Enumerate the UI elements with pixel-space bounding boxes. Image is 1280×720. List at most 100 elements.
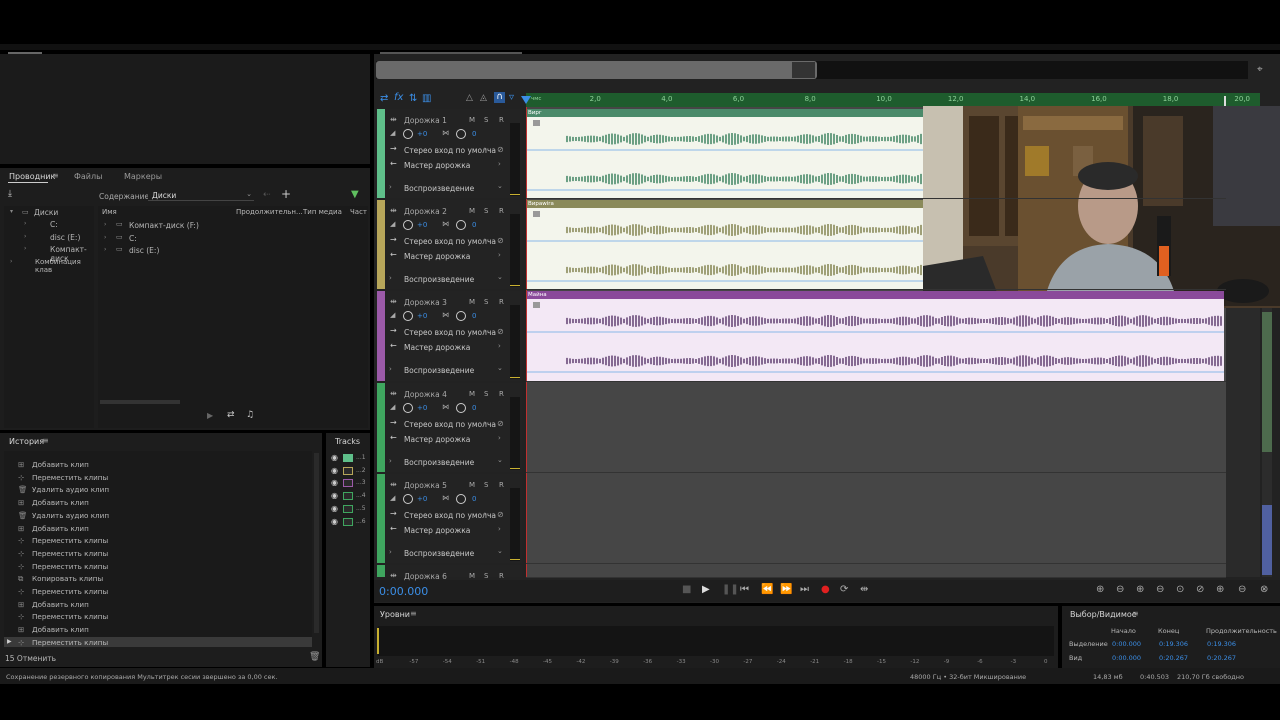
trash-icon[interactable]: 🗑: [309, 652, 320, 662]
mute-button[interactable]: M: [469, 481, 475, 489]
move-icon[interactable]: ⇹: [390, 480, 397, 489]
automation-mode-select[interactable]: Воспроизведение: [404, 366, 474, 375]
history-item[interactable]: Переместить клипы: [32, 562, 108, 571]
automation-mode-select[interactable]: Воспроизведение: [404, 184, 474, 193]
phase-icon[interactable]: ⊘: [497, 510, 504, 519]
record-arm-button[interactable]: R: [499, 116, 504, 124]
history-item[interactable]: Добавить клип: [32, 600, 89, 609]
history-item[interactable]: Переместить клипы: [32, 612, 108, 621]
eye-icon[interactable]: ◉: [331, 453, 338, 462]
loop-icon[interactable]: ⇄: [227, 410, 235, 420]
track-mini-label[interactable]: ...1: [356, 454, 366, 461]
fast-forward-icon[interactable]: ⏩: [780, 584, 792, 595]
time-display[interactable]: 0:00.000: [379, 585, 428, 598]
history-item[interactable]: Добавить клип: [32, 524, 89, 533]
overview-thumb[interactable]: [376, 61, 817, 79]
zoom-out-amplitude-icon[interactable]: ⊖: [1116, 584, 1124, 595]
overview-handle[interactable]: [792, 62, 815, 78]
mute-button[interactable]: M: [469, 298, 475, 306]
move-icon[interactable]: ⇹: [390, 206, 397, 215]
stop-icon[interactable]: ■: [682, 584, 691, 595]
history-item[interactable]: Переместить клипы: [32, 536, 108, 545]
eye-icon[interactable]: ◉: [331, 504, 338, 513]
zoom-in-time-icon[interactable]: ⊕: [1136, 584, 1144, 595]
phase-icon[interactable]: ⊘: [497, 419, 504, 428]
pan-knob[interactable]: [456, 311, 466, 322]
eye-icon[interactable]: ◉: [331, 478, 338, 487]
history-item[interactable]: Удалить аудио клип: [32, 511, 109, 520]
selection-duration[interactable]: 0:19.306: [1207, 640, 1236, 648]
speaker-icon[interactable]: ♫: [246, 410, 254, 420]
output-select[interactable]: Мастер дорожка: [404, 343, 470, 352]
menu-icon[interactable]: ≡: [410, 609, 417, 618]
view-start[interactable]: 0:00.000: [1112, 654, 1141, 662]
play-icon[interactable]: ▶: [702, 584, 710, 595]
vertical-scroll-thumb-blue[interactable]: [1262, 505, 1272, 575]
mute-button[interactable]: M: [469, 572, 475, 580]
history-item[interactable]: Добавить клип: [32, 625, 89, 634]
track-name[interactable]: Дорожка 4: [404, 390, 447, 399]
history-item[interactable]: Удалить аудио клип: [32, 485, 109, 494]
move-icon[interactable]: ⇹: [390, 389, 397, 398]
content-select[interactable]: Диски ⌄: [148, 190, 254, 201]
horizontal-scrollbar[interactable]: [100, 400, 180, 404]
pan-knob[interactable]: [456, 402, 466, 413]
track-mini-label[interactable]: ...3: [356, 479, 366, 486]
history-item[interactable]: Переместить клипы: [32, 549, 108, 558]
end-marker[interactable]: [1224, 96, 1226, 106]
import-icon[interactable]: ⤓: [8, 189, 12, 199]
automation-mode-select[interactable]: Воспроизведение: [404, 458, 474, 467]
eye-icon[interactable]: ◉: [331, 517, 338, 526]
phase-icon[interactable]: ⊘: [497, 145, 504, 154]
solo-button[interactable]: S: [484, 298, 488, 306]
history-item[interactable]: Добавить клип: [32, 498, 89, 507]
pan-value[interactable]: 0: [472, 130, 476, 138]
track-mini-label[interactable]: ...5: [356, 505, 366, 512]
solo-button[interactable]: S: [484, 207, 488, 215]
solo-button[interactable]: S: [484, 390, 488, 398]
view-end[interactable]: 0:20.267: [1159, 654, 1188, 662]
volume-knob[interactable]: [403, 493, 413, 504]
skip-back-icon[interactable]: ⏮: [740, 584, 749, 595]
pause-icon[interactable]: ❚❚: [722, 584, 739, 595]
tree-item[interactable]: disc (E:): [50, 233, 80, 242]
skip-forward-icon[interactable]: ⏭: [800, 584, 809, 595]
volume-knob[interactable]: [403, 129, 413, 139]
selection-start[interactable]: 0:00.000: [1112, 640, 1141, 648]
track-name[interactable]: Дорожка 6: [404, 572, 447, 581]
marker-icon[interactable]: ▿: [509, 92, 514, 103]
filter-icon[interactable]: ▼: [351, 189, 359, 200]
pan-knob[interactable]: [456, 220, 466, 231]
zoom-full-icon[interactable]: ⊙: [1176, 584, 1184, 595]
add-icon[interactable]: +: [281, 187, 291, 201]
history-item[interactable]: Переместить клипы: [32, 473, 108, 482]
mute-button[interactable]: M: [469, 207, 475, 215]
track-mini-label[interactable]: ...6: [356, 518, 366, 525]
history-item[interactable]: Добавить клип: [32, 460, 89, 469]
phase-icon[interactable]: ⊘: [497, 236, 504, 245]
output-select[interactable]: Мастер дорожка: [404, 161, 470, 170]
history-item[interactable]: Копировать клипы: [32, 574, 103, 583]
fx-icon[interactable]: fx: [394, 92, 403, 103]
automation-mode-select[interactable]: Воспроизведение: [404, 275, 474, 284]
track-name[interactable]: Дорожка 1: [404, 116, 447, 125]
input-select[interactable]: Стерео вход по умолча: [404, 328, 496, 337]
output-select[interactable]: Мастер дорожка: [404, 526, 470, 535]
file-row[interactable]: Компакт-диск (F:): [129, 221, 199, 230]
view-duration[interactable]: 0:20.267: [1207, 654, 1236, 662]
audio-clip[interactable]: Майна: [527, 291, 1224, 381]
volume-knob[interactable]: [403, 402, 413, 413]
eq-icon[interactable]: ▥: [422, 93, 431, 104]
phase-icon[interactable]: ⊘: [497, 327, 504, 336]
volume-value[interactable]: +0: [417, 312, 427, 320]
input-select[interactable]: Стерео вход по умолча: [404, 511, 496, 520]
track-name[interactable]: Дорожка 3: [404, 298, 447, 307]
input-select[interactable]: Стерео вход по умолча: [404, 237, 496, 246]
volume-value[interactable]: +0: [417, 221, 427, 229]
pan-value[interactable]: 0: [472, 312, 476, 320]
output-select[interactable]: Мастер дорожка: [404, 252, 470, 261]
zoom-in-point-icon[interactable]: ⊕: [1216, 584, 1224, 595]
zoom-in-amplitude-icon[interactable]: ⊕: [1096, 584, 1104, 595]
track-mini-label[interactable]: ...2: [356, 467, 366, 474]
mute-button[interactable]: M: [469, 390, 475, 398]
